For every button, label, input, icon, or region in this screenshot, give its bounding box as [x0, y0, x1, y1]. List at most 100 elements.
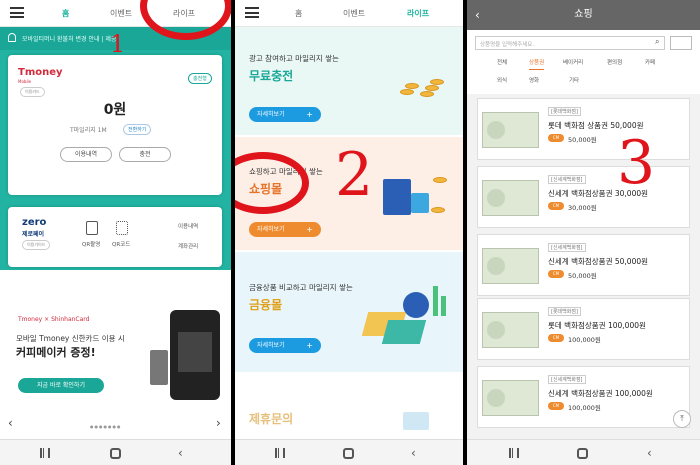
coin-icon — [425, 85, 439, 91]
tab-home[interactable]: 홈 — [295, 8, 302, 19]
voucher-image — [482, 112, 539, 148]
sec3-title: 금융몰 — [249, 298, 283, 312]
item-price: 50,000원 — [568, 136, 597, 144]
item-store: [롯데백화점] — [548, 307, 581, 316]
annotation-number: 1 — [110, 30, 126, 58]
product-item[interactable]: [신세계백화점] 신세계 백화점상품권 100,000원 CM 100,000원 — [477, 366, 690, 428]
menu-icon[interactable] — [10, 7, 24, 18]
shopping-header: ‹ 쇼핑 — [467, 0, 700, 30]
voucher-image — [482, 180, 539, 216]
coin-icon — [431, 207, 445, 213]
cat-dining[interactable]: 외식 — [497, 76, 507, 84]
product-item[interactable]: [신세계백화점] 신세계 백화점상품권 50,000원 CM 50,000원 — [477, 234, 690, 296]
back-arrow-icon[interactable]: ‹ — [475, 0, 480, 30]
recents-icon[interactable] — [509, 448, 519, 458]
account-link[interactable]: 계좌관리 — [178, 242, 198, 250]
item-name: 롯데 백화점상품권 100,000원 — [548, 321, 646, 330]
notice-text: 모바일티머니 환불처 변경 안내 | 제공 — [22, 36, 117, 43]
zero-guide-pill[interactable]: 이용가이드 — [22, 240, 51, 250]
product-item[interactable]: [롯데백화점] 롯데 백화점상품권 100,000원 CM 100,000원 — [477, 298, 690, 360]
coin-icon — [430, 79, 444, 85]
cat-etc[interactable]: 기타 — [569, 76, 579, 84]
qr-code-icon[interactable] — [116, 221, 128, 235]
sec1-title: 무료충전 — [249, 69, 294, 83]
category-row-1: 전체 상품권 베이커리 편의점 카페 — [467, 54, 700, 71]
cat-gift-card[interactable]: 상품권 — [529, 58, 545, 70]
product-item[interactable]: [신세계백화점] 신세계 백화점상품권 30,000원 CM 30,000원 — [477, 166, 690, 228]
home-icon[interactable] — [577, 448, 588, 459]
free-charge-section[interactable]: 광고 참여하고 마일리지 쌓는 무료충전 자세히보기 + — [235, 27, 463, 135]
bar-icon — [441, 296, 446, 316]
item-store: [신세계백화점] — [548, 375, 586, 384]
sec3-subtitle: 금융상품 비교하고 마일리지 쌓는 — [249, 283, 353, 292]
tab-event[interactable]: 이벤트 — [110, 8, 132, 19]
cat-bakery[interactable]: 베이커리 — [563, 58, 583, 66]
sec1-detail-button[interactable]: 자세히보기 + — [249, 107, 321, 122]
item-price: 100,000원 — [568, 404, 601, 412]
qr-scan-icon[interactable] — [86, 221, 98, 235]
plus-icon: + — [306, 341, 313, 350]
plus-icon: + — [306, 110, 313, 119]
next-arrow-icon[interactable]: › — [216, 416, 221, 430]
item-store: [롯데백화점] — [548, 107, 581, 116]
home-icon[interactable] — [343, 448, 354, 459]
bar-icon — [433, 286, 438, 316]
finance-mall-section[interactable]: 금융상품 비교하고 마일리지 쌓는 금융몰 자세히보기 + — [235, 252, 463, 372]
search-input[interactable]: 상품명을 입력해주세요. — [475, 36, 665, 50]
back-icon[interactable]: ‹ — [178, 446, 183, 460]
cart-icon[interactable] — [670, 36, 692, 50]
banner-check-button[interactable]: 지금 바로 확인하기 — [18, 378, 104, 393]
cat-cafe[interactable]: 카페 — [645, 58, 655, 66]
sec3-detail-button[interactable]: 자세히보기 + — [249, 338, 321, 353]
shopping-bag-icon — [411, 193, 429, 213]
history-button[interactable]: 이용내역 — [60, 147, 112, 162]
pie-chart-icon — [403, 292, 429, 318]
search-icon[interactable]: ⌕ — [655, 37, 659, 47]
annotation-number: 3 — [617, 128, 656, 198]
item-price: 50,000원 — [568, 272, 597, 280]
sec2-detail-button[interactable]: 자세히보기 + — [249, 222, 321, 237]
tab-event[interactable]: 이벤트 — [343, 8, 365, 19]
tab-life[interactable]: 라이프 — [407, 8, 429, 19]
back-icon[interactable]: ‹ — [411, 446, 416, 460]
card-illustration — [381, 320, 427, 344]
coin-badge: CM — [548, 270, 564, 278]
convert-button[interactable]: 전환하기 — [123, 124, 152, 135]
zero-logo: zero — [22, 217, 47, 228]
coin-badge: CM — [548, 134, 564, 142]
recents-icon[interactable] — [40, 448, 50, 458]
cat-all[interactable]: 전체 — [497, 58, 507, 66]
coin-badge: CM — [548, 202, 564, 210]
back-icon[interactable]: ‹ — [647, 446, 652, 460]
tmoney-card[interactable]: Tmoney Mobile 이용카드 충전형 0원 T마일리지 1M 전환하기 … — [8, 55, 222, 195]
zeropay-card: zero 제로페이 이용가이드 QR촬영 QR코드 이용내역 계좌관리 — [8, 207, 222, 267]
partnership-section[interactable]: 제휴문의 — [235, 374, 463, 439]
banner-line2: 커피메이커 증정! — [16, 346, 96, 359]
scroll-top-button[interactable]: ⤒ — [673, 410, 691, 428]
product-item[interactable]: [롯데백화점] 롯데 백화점 상품권 50,000원 CM 50,000원 — [477, 98, 690, 160]
zero-sub: 제로페이 — [22, 231, 45, 238]
charge-button[interactable]: 충전 — [119, 147, 171, 162]
tab-home[interactable]: 홈 — [62, 8, 69, 19]
cat-convenience[interactable]: 편의점 — [607, 58, 622, 66]
cat-movie[interactable]: 영화 — [529, 76, 539, 84]
charge-type-badge: 충전형 — [188, 73, 212, 84]
item-name: 신세계 백화점상품권 50,000원 — [548, 257, 649, 266]
qr-code-label[interactable]: QR코드 — [112, 240, 130, 248]
promo-banner[interactable]: Tmoney × ShinhanCard 모바일 Tmoney 신한카드 이용 … — [0, 300, 231, 412]
recents-icon[interactable] — [275, 448, 285, 458]
system-nav: ‹ — [235, 439, 463, 465]
coin-icon — [433, 177, 447, 183]
category-row-2: 외식 영화 기타 — [467, 72, 700, 89]
qr-scan-label[interactable]: QR촬영 — [82, 240, 100, 248]
usage-link[interactable]: 이용내역 — [178, 222, 198, 230]
item-price: 30,000원 — [568, 204, 597, 212]
home-icon[interactable] — [110, 448, 121, 459]
menu-icon[interactable] — [245, 7, 259, 18]
screen-shopping: ‹ 쇼핑 상품명을 입력해주세요. ⌕ 전체 상품권 베이커리 편의점 카페 외… — [467, 0, 700, 465]
mug-image — [150, 350, 168, 385]
prev-arrow-icon[interactable]: ‹ — [8, 416, 13, 430]
voucher-image — [482, 312, 539, 348]
annotation-number: 2 — [335, 140, 374, 210]
plus-icon: + — [306, 225, 313, 234]
